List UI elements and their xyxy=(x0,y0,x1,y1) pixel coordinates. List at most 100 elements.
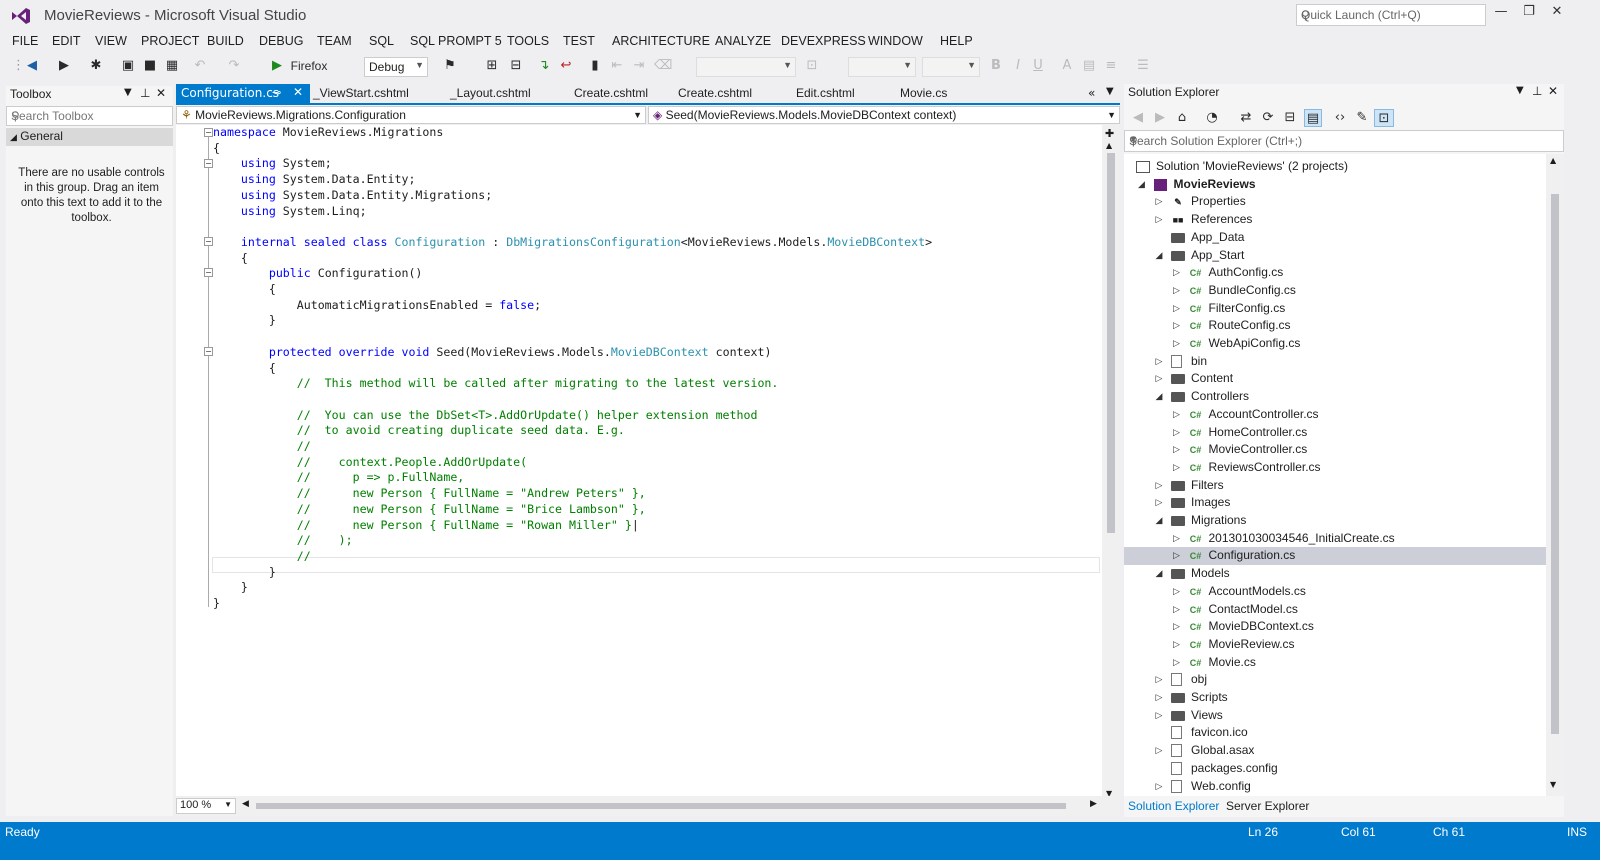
tab-movie-cs[interactable]: Movie.cs xyxy=(900,86,947,100)
tree-node[interactable]: ◢ Models xyxy=(1124,565,1546,583)
step-into-icon[interactable]: ↴ xyxy=(536,57,552,75)
close-tab-icon[interactable]: ✕ xyxy=(293,85,303,99)
expand-triangle-icon[interactable]: ▷ xyxy=(1153,778,1165,796)
pin-icon[interactable]: ⊥ xyxy=(1532,84,1542,98)
tab-configuration-cs[interactable]: Configuration.cs ⊸ ✕ xyxy=(176,84,310,104)
back-icon[interactable]: ◀ xyxy=(24,57,40,75)
menu-devexpress[interactable]: DEVEXPRESS xyxy=(781,34,866,48)
tab-solution-explorer[interactable]: Solution Explorer xyxy=(1128,799,1219,813)
tree-node[interactable]: ▷ C# ContactModel.cs xyxy=(1124,601,1546,619)
expand-triangle-icon[interactable]: ▷ xyxy=(1171,441,1183,459)
expand-triangle-icon[interactable]: ▷ xyxy=(1153,689,1165,707)
collapse-icon[interactable]: − xyxy=(204,268,213,277)
expand-triangle-icon[interactable]: ▷ xyxy=(1153,370,1165,388)
dropdown-icon[interactable]: ▼ xyxy=(1129,134,1557,144)
tree-node[interactable]: ▷ C# WebApiConfig.cs xyxy=(1124,335,1546,353)
font-name-select[interactable]: ▼ xyxy=(696,57,796,77)
expand-triangle-icon[interactable]: ▷ xyxy=(1153,742,1165,760)
preview-icon[interactable]: ⊡ xyxy=(1374,109,1394,127)
bullets-icon[interactable]: ☰ xyxy=(1136,57,1150,75)
minimize-button[interactable]: — xyxy=(1488,4,1514,24)
tree-node[interactable]: ▷ C# AccountController.cs xyxy=(1124,406,1546,424)
menu-analyze[interactable]: ANALYZE xyxy=(715,34,771,48)
dropdown-icon[interactable]: ▼ xyxy=(1516,85,1524,96)
menu-debug[interactable]: DEBUG xyxy=(259,34,303,48)
solution-explorer-scrollbar[interactable]: ▲ ▼ xyxy=(1546,154,1564,796)
show-all-files-icon[interactable]: ▤ xyxy=(1304,109,1322,127)
block-format-select[interactable]: ▼ xyxy=(922,57,980,77)
expand-triangle-icon[interactable]: ▷ xyxy=(1171,300,1183,318)
undo-icon[interactable]: ↶ xyxy=(192,57,208,75)
tree-node[interactable]: favicon.ico xyxy=(1124,724,1546,742)
scroll-left-icon[interactable]: ◀ xyxy=(242,799,249,809)
redo-icon[interactable]: ↷ xyxy=(226,57,242,75)
tree-node[interactable]: ◢ MovieReviews xyxy=(1124,176,1546,194)
tab-overflow-icon[interactable]: « xyxy=(1088,86,1095,100)
font-color-icon[interactable]: A xyxy=(1060,57,1074,75)
tree-node[interactable]: ▷ C# Configuration.cs xyxy=(1124,547,1546,566)
expand-triangle-icon[interactable]: ▷ xyxy=(1171,459,1183,477)
scrollbar-thumb[interactable] xyxy=(256,803,1066,809)
close-button[interactable]: ✕ xyxy=(1544,4,1570,24)
properties-window-icon[interactable]: ⊟ xyxy=(508,57,524,75)
expand-triangle-icon[interactable]: ▷ xyxy=(1153,671,1165,689)
bold-icon[interactable]: B xyxy=(989,57,1003,75)
sync-icon[interactable]: ⇄ xyxy=(1238,109,1254,127)
tree-node[interactable]: ▷ obj xyxy=(1124,671,1546,689)
expand-triangle-icon[interactable]: ▷ xyxy=(1171,406,1183,424)
tree-node[interactable]: ▷ C# Movie.cs xyxy=(1124,654,1546,672)
expand-triangle-icon[interactable]: ▷ xyxy=(1171,424,1183,442)
pending-changes-icon[interactable]: ◔ xyxy=(1204,109,1220,127)
tree-node[interactable]: ▷ C# FilterConfig.cs xyxy=(1124,300,1546,318)
tree-node[interactable]: ▷ C# 201301030034546_InitialCreate.cs xyxy=(1124,530,1546,548)
menu-file[interactable]: FILE xyxy=(12,34,38,48)
pin-icon[interactable]: ⊸ xyxy=(272,86,281,99)
collapse-icon[interactable]: − xyxy=(204,128,213,137)
tree-node[interactable]: ▷ C# AccountModels.cs xyxy=(1124,583,1546,601)
start-debugging-icon[interactable]: ▶ xyxy=(270,57,284,75)
tree-node[interactable]: ◢ App_Start xyxy=(1124,247,1546,265)
tree-node[interactable]: packages.config xyxy=(1124,760,1546,778)
menu-view[interactable]: VIEW xyxy=(95,34,127,48)
maximize-button[interactable]: ❐ xyxy=(1516,4,1542,24)
menu-tools[interactable]: TOOLS xyxy=(507,34,549,48)
code-text-area[interactable]: − − − − − namespace MovieReviews.Migrati… xyxy=(176,125,1102,805)
scroll-down-icon[interactable]: ▼ xyxy=(1550,780,1556,789)
refresh-icon[interactable]: ⟳ xyxy=(1260,109,1276,127)
step-out-icon[interactable]: ↩ xyxy=(558,57,574,75)
properties-icon[interactable]: ✎ xyxy=(1354,109,1370,127)
tree-node[interactable]: ▷ C# MovieController.cs xyxy=(1124,441,1546,459)
expand-triangle-icon[interactable]: ▷ xyxy=(1153,494,1165,512)
font-size-select[interactable]: ▼ xyxy=(848,57,916,77)
expand-triangle-icon[interactable]: ▷ xyxy=(1171,601,1183,619)
next-bookmark-icon[interactable]: ⇥ xyxy=(632,57,646,75)
tree-node[interactable]: ▷ Content xyxy=(1124,370,1546,388)
underline-icon[interactable]: U xyxy=(1031,57,1045,75)
tree-node[interactable]: ▷ C# AuthConfig.cs xyxy=(1124,264,1546,282)
tree-node[interactable]: Solution 'MovieReviews' (2 projects) xyxy=(1124,158,1546,176)
configuration-select[interactable]: Debug ▼ xyxy=(364,57,428,77)
type-navigation-select[interactable]: ⚘ MovieReviews.Migrations.Configuration ▼ xyxy=(176,106,646,124)
dropdown-icon[interactable]: ▼ xyxy=(1106,86,1114,97)
menu-project[interactable]: PROJECT xyxy=(141,34,199,48)
toolbox-search-input[interactable]: Search Toolbox ⚲ xyxy=(6,106,173,126)
editor-vertical-scrollbar[interactable]: ✚ ▲ ▼ xyxy=(1102,125,1120,805)
solution-explorer-search-input[interactable]: Search Solution Explorer (Ctrl+;) ⚲ ▼ xyxy=(1124,130,1564,152)
menu-sql[interactable]: SQL xyxy=(369,34,394,48)
member-navigation-select[interactable]: ◈ Seed(MovieReviews.Models.MovieDBContex… xyxy=(648,106,1120,124)
tree-node[interactable]: ▷ Scripts xyxy=(1124,689,1546,707)
toolbox-group-general[interactable]: ◢ General xyxy=(6,128,173,146)
expand-triangle-icon[interactable]: ▷ xyxy=(1171,583,1183,601)
scroll-up-icon[interactable]: ▲ xyxy=(1550,156,1556,165)
expand-triangle-icon[interactable]: ▷ xyxy=(1171,530,1183,548)
expand-triangle-icon[interactable]: ▷ xyxy=(1171,547,1183,565)
tree-node[interactable]: App_Data xyxy=(1124,229,1546,247)
bookmark-icon[interactable]: ▮ xyxy=(588,57,602,75)
collapse-triangle-icon[interactable]: ◢ xyxy=(1153,388,1165,406)
tree-node[interactable]: ▷ C# RouteConfig.cs xyxy=(1124,317,1546,335)
scrollbar-thumb[interactable] xyxy=(1551,194,1559,734)
expand-triangle-icon[interactable]: ▷ xyxy=(1171,618,1183,636)
collapse-triangle-icon[interactable]: ◢ xyxy=(1153,247,1165,265)
tree-node[interactable]: ▷ ✎ Properties xyxy=(1124,193,1546,211)
tree-node[interactable]: ▷ ■■ References xyxy=(1124,211,1546,229)
